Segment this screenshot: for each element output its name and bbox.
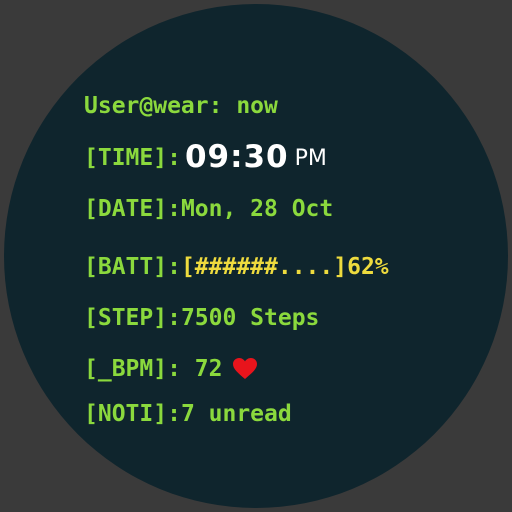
screen: User@wear: now [TIME]: 09:30 PM [DATE]:Mon… [0,0,512,512]
date-label: [DATE]: [84,196,181,222]
notifications-row[interactable]: [NOTI]:7 unread [84,397,292,431]
time-ampm: PM [294,146,327,171]
battery-row: [BATT]:[######....]62% [84,250,389,284]
heart-icon [232,356,257,390]
date-value: Mon, 28 Oct [180,196,334,222]
battery-label: [BATT]: [84,254,181,280]
steps-row: [STEP]:7500 Steps [84,301,319,335]
time-value: 09:30 [184,139,289,175]
time-row: [TIME]: 09:30 PM [84,140,327,174]
steps-value: 7500 Steps [180,305,320,331]
heart-rate-label: [_BPM]: [84,356,181,382]
notifications-value: 7 unread [180,401,292,427]
heart-rate-value: 72 [194,356,223,382]
header-prompt: User@wear: now [84,89,278,123]
date-row: [DATE]:Mon, 28 Oct [84,192,333,226]
notifications-label: [NOTI]: [84,401,181,427]
steps-label: [STEP]: [84,305,181,331]
battery-bar: [######....] [180,254,348,280]
time-label: [TIME]: [84,145,181,171]
heart-rate-row: [_BPM]: 72 [84,352,257,386]
watch-face[interactable]: User@wear: now [TIME]: 09:30 PM [DATE]:Mon… [4,4,508,508]
battery-percent: 62% [347,254,389,280]
header-prompt-text: User@wear: now [84,93,278,119]
